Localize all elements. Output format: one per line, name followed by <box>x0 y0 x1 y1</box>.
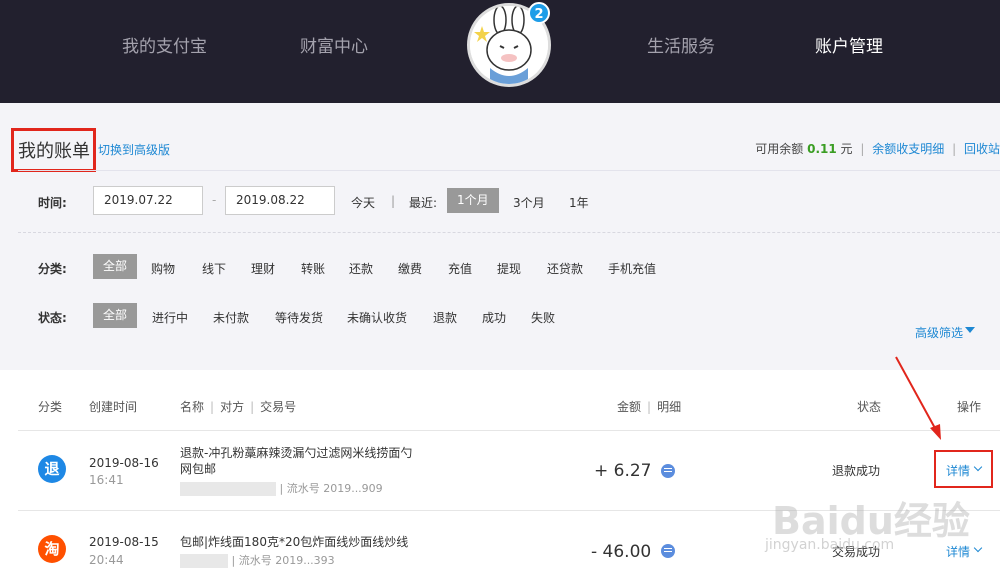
category-finance[interactable]: 理财 <box>251 260 275 277</box>
balance-detail-link[interactable]: 余额收支明细 <box>872 142 944 156</box>
row-subline: | 流水号 2019...393 <box>180 552 335 568</box>
th-status: 状态 <box>857 400 882 414</box>
category-repayment[interactable]: 还款 <box>349 260 373 277</box>
redacted-counterparty <box>180 482 276 496</box>
redacted-counterparty <box>180 554 228 568</box>
status-in-progress[interactable]: 进行中 <box>152 309 188 326</box>
advanced-filter-link[interactable]: 高级筛选 <box>915 324 963 341</box>
category-label: 分类: <box>38 262 67 276</box>
category-mobile-topup[interactable]: 手机充值 <box>608 260 656 277</box>
switch-advanced-link[interactable]: 切换到高级版 <box>98 141 170 158</box>
today-option[interactable]: 今天 <box>351 194 375 211</box>
status-all[interactable]: 全部 <box>93 303 138 328</box>
status-unconfirmed-receipt[interactable]: 未确认收货 <box>347 309 407 326</box>
time-label: 时间: <box>38 196 67 210</box>
th-detail: 明细 <box>657 400 682 414</box>
category-shopping[interactable]: 购物 <box>151 260 175 277</box>
row-status: 退款成功 <box>832 464 881 478</box>
status-refund[interactable]: 退款 <box>433 309 457 326</box>
th-trade-no: 交易号 <box>260 400 297 414</box>
details-highlight-box <box>934 450 993 488</box>
th-amount-group: 金额 | 明细 <box>617 398 681 415</box>
nav-life-services[interactable]: 生活服务 <box>647 32 715 57</box>
status-success[interactable]: 成功 <box>482 309 506 326</box>
balance-label: 可用余额 <box>755 142 804 156</box>
recent-1-month[interactable]: 1个月 <box>447 188 499 213</box>
row-name-link[interactable]: 包邮|炸线面180克*20包炸面线炒面线炒线 <box>180 534 480 550</box>
th-amount: 金额 <box>617 400 642 414</box>
nav-my-alipay[interactable]: 我的支付宝 <box>122 32 207 57</box>
th-category: 分类 <box>38 400 63 414</box>
separator: | <box>952 142 957 156</box>
th-counterparty: 对方 <box>220 400 245 414</box>
recycle-bin-link[interactable]: 回收站 <box>964 142 1000 156</box>
divider <box>18 430 1000 431</box>
detail-list-icon[interactable] <box>661 464 675 478</box>
divider <box>18 232 1000 233</box>
refund-category-icon: 退 <box>38 455 66 483</box>
row-trade-no: | 流水号 2019...393 <box>231 554 335 567</box>
status-label: 状态: <box>38 311 67 325</box>
date-to-input[interactable]: 2019.08.22 <box>225 186 335 215</box>
divider <box>18 170 1000 171</box>
th-action: 操作 <box>957 400 982 414</box>
row-date: 2019-08-16 <box>89 456 159 470</box>
category-topup[interactable]: 充值 <box>448 260 472 277</box>
status-failed[interactable]: 失败 <box>531 309 555 326</box>
date-from-input[interactable]: 2019.07.22 <box>93 186 203 215</box>
category-offline[interactable]: 线下 <box>202 260 226 277</box>
category-transfer[interactable]: 转账 <box>301 260 325 277</box>
balance-amount: 0.11 <box>807 142 837 156</box>
recent-3-months[interactable]: 3个月 <box>513 194 545 211</box>
row-subline: | 流水号 2019...909 <box>180 480 383 496</box>
row-date: 2019-08-15 <box>89 535 159 549</box>
balance-unit: 元 <box>840 142 853 156</box>
status-unpaid[interactable]: 未付款 <box>213 309 249 326</box>
separator: | <box>250 400 255 414</box>
row-time: 16:41 <box>89 473 124 487</box>
category-withdraw[interactable]: 提现 <box>497 260 521 277</box>
row-amount: + 6.27 <box>594 461 652 481</box>
recent-1-year[interactable]: 1年 <box>569 194 589 211</box>
date-separator: - <box>212 193 217 207</box>
top-nav: 我的支付宝 财富中心 生活服务 账户管理 2 <box>0 0 1000 103</box>
row-time: 20:44 <box>89 553 124 567</box>
nav-account-management[interactable]: 账户管理 <box>815 32 883 57</box>
balance-bar: 可用余额 0.11 元 | 余额收支明细 | 回收站 <box>755 140 1000 157</box>
status-awaiting-shipment[interactable]: 等待发货 <box>275 309 323 326</box>
baidu-watermark-url: jingyan.baidu.com <box>765 537 895 553</box>
separator: | <box>210 400 215 414</box>
row-name-link[interactable]: 退款-冲孔粉藁麻辣烫漏勺过滤网米线捞面勺网包邮 <box>180 445 420 477</box>
category-bills[interactable]: 缴费 <box>398 260 422 277</box>
taobao-category-icon: 淘 <box>38 535 66 563</box>
notification-badge[interactable]: 2 <box>528 2 550 24</box>
separator: | <box>860 142 865 156</box>
separator: | <box>647 400 652 414</box>
caret-down-icon[interactable] <box>965 327 975 333</box>
detail-list-icon[interactable] <box>661 544 675 558</box>
category-loan-repay[interactable]: 还贷款 <box>547 260 583 277</box>
row-details-button[interactable]: 详情 <box>946 543 970 560</box>
row-trade-no: | 流水号 2019...909 <box>279 482 383 495</box>
th-name: 名称 <box>180 400 205 414</box>
category-all[interactable]: 全部 <box>93 254 138 279</box>
chevron-down-icon[interactable] <box>973 543 983 553</box>
nav-wealth-center[interactable]: 财富中心 <box>300 32 368 57</box>
row-amount: - 46.00 <box>591 542 652 562</box>
recent-label: 最近: <box>409 196 438 210</box>
th-name-group: 名称 | 对方 | 交易号 <box>180 398 296 415</box>
page-title: 我的账单 <box>18 141 90 162</box>
th-created: 创建时间 <box>89 400 138 414</box>
divider: | <box>391 194 396 208</box>
